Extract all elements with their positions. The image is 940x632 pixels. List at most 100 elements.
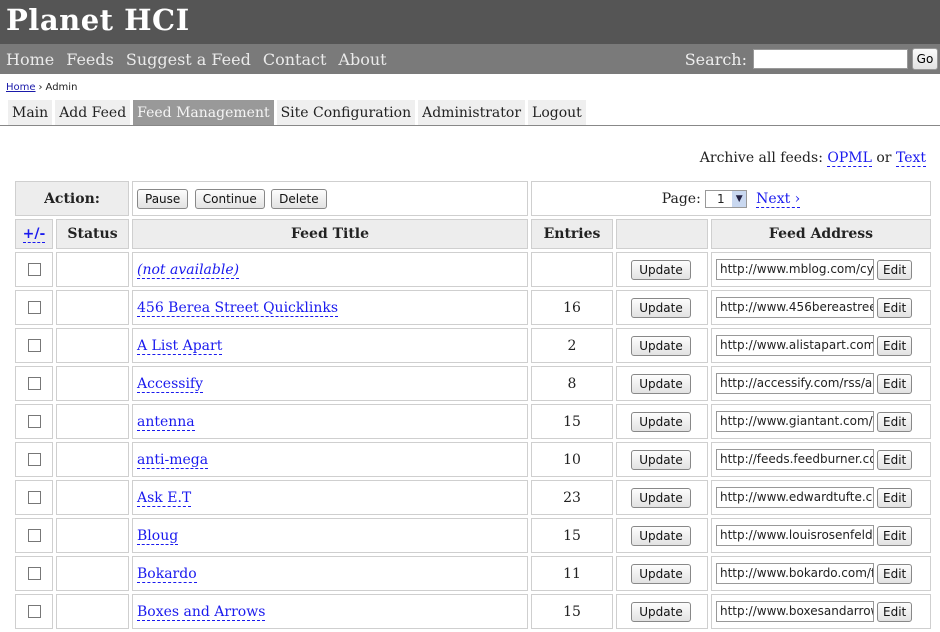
tab-administrator[interactable]: Administrator	[418, 100, 526, 125]
edit-button[interactable]: Edit	[877, 563, 913, 584]
row-address-cell: http://feeds.feedburner.cor Edit	[711, 442, 931, 477]
row-status	[56, 518, 129, 553]
edit-button[interactable]: Edit	[877, 373, 913, 394]
row-select-cell	[15, 594, 53, 629]
edit-button[interactable]: Edit	[877, 601, 913, 622]
row-update-cell: Update	[616, 366, 708, 401]
update-button[interactable]: Update	[631, 259, 691, 280]
row-title-cell: Accessify	[132, 366, 528, 401]
archive-text-link[interactable]: Text	[895, 150, 926, 167]
edit-button[interactable]: Edit	[877, 297, 913, 318]
feed-table: Action: Pause Continue Delete Page: 1 ▼ …	[12, 178, 934, 632]
row-address-cell: http://www.louisrosenfeld.c Edit	[711, 518, 931, 553]
feed-title-link[interactable]: antenna	[137, 413, 195, 431]
tab-site-configuration[interactable]: Site Configuration	[276, 100, 416, 125]
tab-feed-management[interactable]: Feed Management	[133, 100, 274, 125]
update-button[interactable]: Update	[631, 297, 691, 318]
row-update-cell: Update	[616, 480, 708, 515]
toggle-all-header[interactable]: +/-	[15, 219, 53, 249]
feed-title-link[interactable]: A List Apart	[137, 337, 223, 355]
row-checkbox[interactable]	[27, 415, 41, 428]
nav-about[interactable]: About	[338, 50, 386, 69]
feed-address-field[interactable]: http://www.456bereastreet	[716, 297, 874, 318]
edit-button[interactable]: Edit	[877, 259, 913, 280]
breadcrumb-home-link[interactable]: Home	[6, 82, 36, 93]
row-checkbox[interactable]	[27, 491, 41, 504]
feed-rows: (not available) Update http://www.mblog.co…	[15, 252, 931, 629]
update-button[interactable]: Update	[631, 525, 691, 546]
feed-address-field[interactable]: http://www.mblog.com/cyt	[716, 259, 874, 280]
pause-button[interactable]: Pause	[137, 188, 189, 209]
row-address-cell: http://www.456bereastreet Edit	[711, 290, 931, 325]
row-title-cell: Ask E.T	[132, 480, 528, 515]
feed-address-field[interactable]: http://www.boxesandarrow	[716, 601, 874, 622]
row-checkbox[interactable]	[27, 529, 41, 542]
feed-address-field[interactable]: http://feeds.feedburner.cor	[716, 449, 874, 470]
feed-address-field[interactable]: http://www.bokardo.com/fe	[716, 563, 874, 584]
row-update-cell: Update	[616, 404, 708, 439]
toggle-all-link[interactable]: +/-	[22, 226, 46, 243]
edit-button[interactable]: Edit	[877, 525, 913, 546]
row-select-cell	[15, 290, 53, 325]
row-entries: 15	[531, 518, 613, 553]
feed-title-link[interactable]: Boxes and Arrows	[137, 603, 266, 621]
row-status	[56, 480, 129, 515]
tab-add-feed[interactable]: Add Feed	[55, 100, 131, 125]
feed-title-link[interactable]: (not available)	[137, 261, 240, 279]
page-select[interactable]: 1 ▼	[705, 189, 748, 208]
edit-button[interactable]: Edit	[877, 487, 913, 508]
table-row: 456 Berea Street Quicklinks 16 Update http:…	[15, 290, 931, 325]
row-select-cell	[15, 328, 53, 363]
delete-button[interactable]: Delete	[271, 188, 327, 209]
tab-logout[interactable]: Logout	[528, 100, 586, 125]
row-checkbox[interactable]	[27, 453, 41, 466]
update-button[interactable]: Update	[631, 487, 691, 508]
feed-address-field[interactable]: http://www.edwardtufte.co	[716, 487, 874, 508]
row-checkbox[interactable]	[27, 377, 41, 390]
nav-contact[interactable]: Contact	[263, 50, 327, 69]
update-button[interactable]: Update	[631, 563, 691, 584]
archive-opml-link[interactable]: OPML	[827, 150, 872, 167]
search-input[interactable]	[753, 49, 908, 69]
nav-feeds[interactable]: Feeds	[66, 50, 114, 69]
row-checkbox[interactable]	[27, 605, 41, 618]
row-select-cell	[15, 556, 53, 591]
row-status	[56, 404, 129, 439]
feed-title-link[interactable]: Bloug	[137, 527, 179, 545]
nav-home[interactable]: Home	[6, 50, 54, 69]
update-button[interactable]: Update	[631, 601, 691, 622]
site-header: Planet HCI	[0, 0, 940, 44]
row-entries: 10	[531, 442, 613, 477]
feed-title-link[interactable]: anti-mega	[137, 451, 209, 469]
row-address-cell: http://www.giantant.com/a Edit	[711, 404, 931, 439]
next-page-link[interactable]: Next ›	[756, 190, 801, 208]
edit-button[interactable]: Edit	[877, 335, 913, 356]
go-button[interactable]: Go	[912, 48, 938, 70]
update-button[interactable]: Update	[631, 411, 691, 432]
update-button[interactable]: Update	[631, 449, 691, 470]
feed-address-field[interactable]: http://www.giantant.com/a	[716, 411, 874, 432]
nav-suggest-feed[interactable]: Suggest a Feed	[126, 50, 251, 69]
feed-title-link[interactable]: Ask E.T	[137, 489, 192, 507]
continue-button[interactable]: Continue	[194, 188, 265, 209]
row-address-cell: http://www.edwardtufte.co Edit	[711, 480, 931, 515]
feed-title-link[interactable]: Bokardo	[137, 565, 197, 583]
tab-main[interactable]: Main	[8, 100, 53, 125]
admin-tabs: Main Add Feed Feed Management Site Confi…	[0, 100, 940, 126]
feed-address-field[interactable]: http://www.louisrosenfeld.c	[716, 525, 874, 546]
feed-title-link[interactable]: Accessify	[137, 375, 204, 393]
edit-button[interactable]: Edit	[877, 411, 913, 432]
table-row: Accessify 8 Update http://accessify.com/rss…	[15, 366, 931, 401]
page-select-value: 1	[716, 191, 725, 206]
feed-address-field[interactable]: http://www.alistapart.com/	[716, 335, 874, 356]
feed-address-field[interactable]: http://accessify.com/rss/a	[716, 373, 874, 394]
row-checkbox[interactable]	[27, 339, 41, 352]
row-checkbox[interactable]	[27, 567, 41, 580]
update-button[interactable]: Update	[631, 373, 691, 394]
feed-title-link[interactable]: 456 Berea Street Quicklinks	[137, 299, 339, 317]
row-address-cell: http://www.mblog.com/cyt Edit	[711, 252, 931, 287]
update-button[interactable]: Update	[631, 335, 691, 356]
edit-button[interactable]: Edit	[877, 449, 913, 470]
row-checkbox[interactable]	[27, 301, 41, 314]
row-checkbox[interactable]	[27, 263, 41, 276]
